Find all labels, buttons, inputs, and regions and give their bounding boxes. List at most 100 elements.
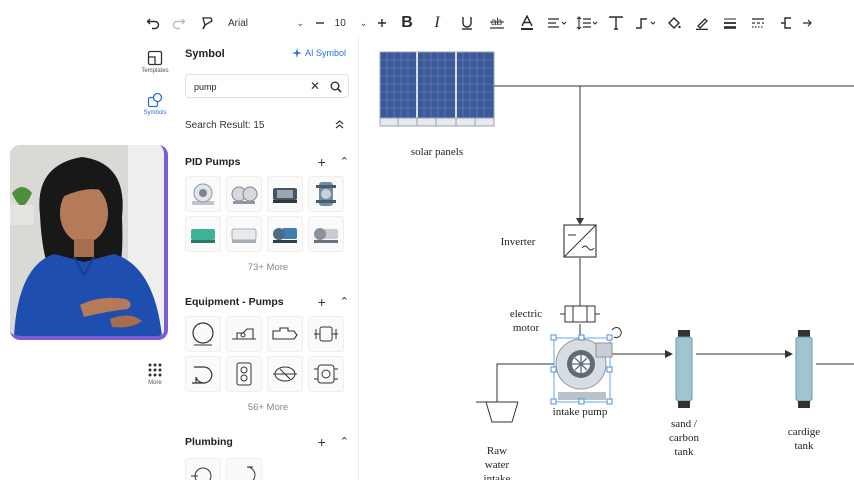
chevron-down-icon: ⌄ xyxy=(359,17,368,28)
redo-icon[interactable] xyxy=(166,9,192,37)
equipment-pump-symbol[interactable] xyxy=(226,356,262,392)
toolbar-overflow-icon[interactable] xyxy=(800,9,814,37)
raw-water-intake-shape[interactable] xyxy=(476,401,519,423)
equipment-pump-symbol[interactable] xyxy=(267,356,303,392)
rail-item-symbols[interactable]: Symbols xyxy=(138,92,172,116)
pid-pump-symbol[interactable] xyxy=(185,176,221,212)
label-solar-panels[interactable]: solar panels xyxy=(400,146,474,158)
connector-line[interactable] xyxy=(496,363,554,402)
pid-pump-symbol[interactable] xyxy=(267,216,303,252)
clear-search-icon[interactable]: ✕ xyxy=(310,79,320,93)
label-raw-water-2[interactable]: water xyxy=(474,459,520,471)
equipment-pump-symbol[interactable] xyxy=(185,316,221,352)
rail-item-templates[interactable]: Templates xyxy=(138,50,172,74)
symbol-grid xyxy=(185,458,344,480)
label-cartridge-tank-1[interactable]: cardige xyxy=(778,426,830,438)
undo-icon[interactable] xyxy=(140,9,166,37)
symbol-search-box: ✕ xyxy=(185,74,349,98)
label-sand-carbon-tank-2[interactable]: carbon xyxy=(660,432,708,444)
font-color-icon[interactable] xyxy=(512,9,542,37)
collapse-section-icon[interactable]: ⌃ xyxy=(340,435,349,450)
equipment-pump-symbol[interactable] xyxy=(308,316,344,352)
label-cartridge-tank-2[interactable]: tank xyxy=(778,440,830,452)
cartridge-tank-shape[interactable] xyxy=(795,330,813,408)
arrow-style-icon[interactable] xyxy=(772,9,800,37)
ai-symbol-button[interactable]: AI Symbol xyxy=(291,48,346,58)
presenter-video xyxy=(10,145,164,336)
label-inverter[interactable]: Inverter xyxy=(492,236,544,248)
equipment-pump-symbol[interactable] xyxy=(267,316,303,352)
label-electric-motor-2[interactable]: motor xyxy=(500,322,552,334)
toolbar: Arial ⌄ 10 ⌄ B I ab xyxy=(140,8,854,38)
line-spacing-icon[interactable] xyxy=(572,9,602,37)
more-grid-icon xyxy=(147,362,163,378)
italic-icon[interactable]: I xyxy=(422,9,452,37)
diagram-canvas[interactable]: solar panels Inverter electric motor int… xyxy=(360,38,854,480)
text-tool-icon[interactable] xyxy=(602,9,630,37)
pid-pump-symbol[interactable] xyxy=(308,176,344,212)
pid-pump-symbol[interactable] xyxy=(267,176,303,212)
more-symbols-link[interactable]: 56+ More xyxy=(185,402,351,413)
underline-icon[interactable] xyxy=(452,9,482,37)
label-sand-carbon-tank-1[interactable]: sand / xyxy=(660,418,708,430)
add-section-icon[interactable]: + xyxy=(318,434,326,450)
label-intake-pump[interactable]: intake pump xyxy=(542,406,618,418)
more-symbols-link[interactable]: 73+ More xyxy=(185,262,351,273)
section-equipment-pumps: Equipment - Pumps + ⌃ 56+ More xyxy=(185,294,351,413)
plumbing-symbol[interactable] xyxy=(185,458,221,480)
collapse-section-icon[interactable]: ⌃ xyxy=(340,295,349,310)
line-style-icon[interactable] xyxy=(744,9,772,37)
collapse-section-icon[interactable]: ⌃ xyxy=(340,155,349,170)
format-painter-icon[interactable] xyxy=(192,9,222,37)
rail-item-more[interactable]: More xyxy=(138,362,172,386)
decrease-font-size-icon[interactable] xyxy=(310,9,330,37)
font-size-value: 10 xyxy=(334,17,346,29)
panel-title: Symbol xyxy=(185,48,225,60)
electric-motor-shape[interactable] xyxy=(560,305,600,323)
connector-icon[interactable] xyxy=(630,9,660,37)
chevron-down-icon: ⌄ xyxy=(296,17,304,28)
sand-carbon-tank-shape[interactable] xyxy=(675,330,693,408)
ai-symbol-label: AI Symbol xyxy=(304,48,346,58)
rail-label: More xyxy=(148,380,162,386)
font-size-select[interactable]: 10 ⌄ xyxy=(330,9,372,37)
equipment-pump-symbol[interactable] xyxy=(226,316,262,352)
label-sand-carbon-tank-3[interactable]: tank xyxy=(660,446,708,458)
strikethrough-icon[interactable]: ab xyxy=(482,9,512,37)
section-controls: + ⌃ xyxy=(318,154,349,170)
add-section-icon[interactable]: + xyxy=(318,294,326,310)
pid-pump-symbol[interactable] xyxy=(226,176,262,212)
templates-icon xyxy=(147,50,163,66)
plumbing-symbol[interactable] xyxy=(226,458,262,480)
inverter-shape[interactable] xyxy=(563,224,597,258)
symbol-search-input[interactable] xyxy=(194,79,304,94)
fill-color-icon[interactable] xyxy=(660,9,688,37)
section-controls: + ⌃ xyxy=(318,294,349,310)
equipment-pump-symbol[interactable] xyxy=(185,356,221,392)
collapse-all-icon[interactable] xyxy=(335,120,344,131)
intake-pump-shape[interactable] xyxy=(550,327,622,405)
search-result-count: Search Result: 15 xyxy=(185,120,265,131)
pid-pump-symbol[interactable] xyxy=(185,216,221,252)
bold-icon[interactable]: B xyxy=(392,9,422,37)
sparkle-icon xyxy=(291,48,302,58)
section-pid-pumps: PID Pumps + ⌃ 73+ More xyxy=(185,154,351,273)
equipment-pump-symbol[interactable] xyxy=(308,356,344,392)
symbols-icon xyxy=(147,92,163,108)
search-icon[interactable] xyxy=(330,80,342,98)
label-raw-water-1[interactable]: Raw xyxy=(474,445,520,457)
label-raw-water-3[interactable]: intake xyxy=(474,473,520,480)
font-family-select[interactable]: Arial ⌄ xyxy=(222,9,310,37)
section-controls: + ⌃ xyxy=(318,434,349,450)
increase-font-size-icon[interactable] xyxy=(372,9,392,37)
font-family-value: Arial xyxy=(228,17,249,29)
symbol-grid xyxy=(185,176,344,252)
pid-pump-symbol[interactable] xyxy=(308,216,344,252)
add-section-icon[interactable]: + xyxy=(318,154,326,170)
line-weight-icon[interactable] xyxy=(716,9,744,37)
solar-panels-shape[interactable] xyxy=(379,51,495,127)
pid-pump-symbol[interactable] xyxy=(226,216,262,252)
text-align-icon[interactable] xyxy=(542,9,572,37)
label-electric-motor-1[interactable]: electric xyxy=(500,308,552,320)
line-color-icon[interactable] xyxy=(688,9,716,37)
